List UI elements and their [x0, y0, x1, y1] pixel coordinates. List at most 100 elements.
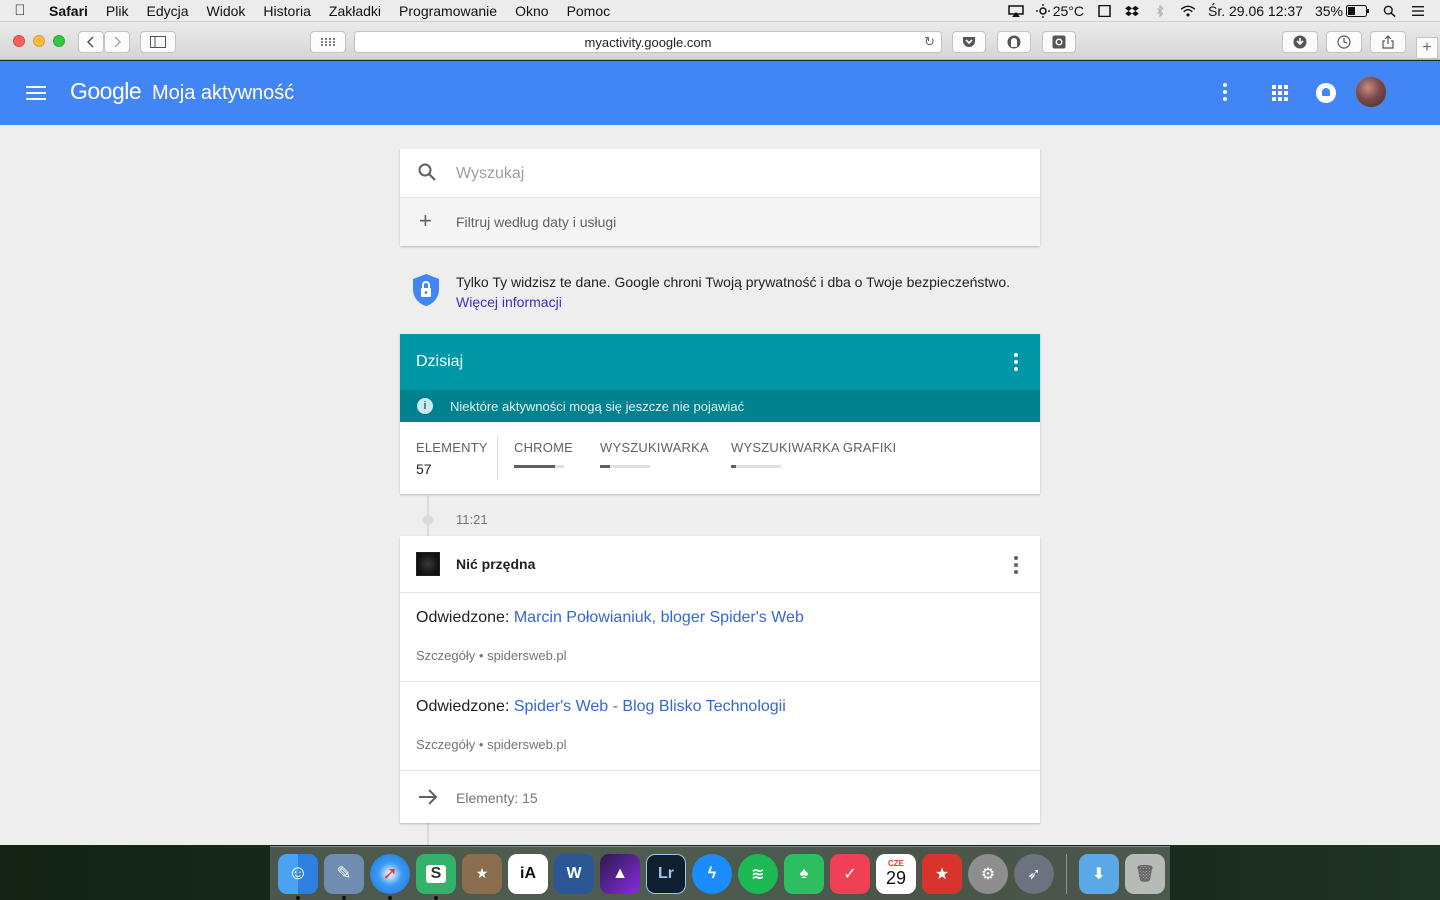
- launchpad-icon[interactable]: ➶: [1014, 853, 1054, 894]
- messenger-icon[interactable]: ϟ: [692, 853, 732, 894]
- history-button[interactable]: [1326, 31, 1362, 53]
- stat-chrome[interactable]: CHROME: [514, 440, 573, 468]
- fullscreen-window-button[interactable]: [53, 35, 65, 47]
- timeline-time: 11:21: [456, 512, 488, 527]
- battery-status[interactable]: 35%: [1315, 3, 1370, 19]
- ia-writer-icon[interactable]: iA: [508, 853, 548, 894]
- stat-elements-value: 57: [416, 461, 432, 477]
- minimize-window-button[interactable]: [33, 35, 45, 47]
- activity-site-title: Nić przędna: [456, 556, 536, 572]
- notifications-bell-icon[interactable]: [1316, 83, 1336, 103]
- trash-icon[interactable]: 🗑: [1125, 853, 1165, 894]
- downloads-button[interactable]: [1282, 31, 1318, 53]
- visited-page-link[interactable]: Spider's Web - Blog Blisko Technologii: [514, 698, 786, 715]
- menu-help[interactable]: Pomoc: [558, 3, 620, 19]
- privacy-text: Tylko Ty widzisz te dane. Google chroni …: [456, 274, 1011, 290]
- activity-entry-line: Odwiedzone: Marcin Połowianiuk, bloger S…: [416, 609, 804, 627]
- forward-button[interactable]: [104, 31, 130, 53]
- activity-entry: Odwiedzone: Spider's Web - Blog Blisko T…: [400, 682, 1040, 771]
- reload-icon[interactable]: ↻: [924, 34, 935, 50]
- box-app-icon[interactable]: ★: [462, 853, 502, 894]
- privacy-notice: Tylko Ty widzisz te dane. Google chroni …: [400, 271, 1040, 321]
- visited-page-link[interactable]: Marcin Połowianiuk, bloger Spider's Web: [514, 609, 804, 626]
- spotlight-search-icon[interactable]: [1382, 5, 1398, 17]
- pocket-extension-button[interactable]: [952, 31, 986, 53]
- share-button[interactable]: [1370, 31, 1406, 53]
- clock-datetime[interactable]: Śr. 29.06 12:37: [1208, 3, 1303, 19]
- stat-image-search-bar: [731, 465, 781, 468]
- stat-search-label: WYSZUKIWARKA: [600, 440, 709, 455]
- more-info-link[interactable]: Więcej informacji: [456, 292, 562, 312]
- activity-more-options-icon[interactable]: [1013, 556, 1019, 576]
- show-more-elements[interactable]: Elementy: 15: [400, 771, 1040, 823]
- dock-separator: [1066, 853, 1067, 894]
- evernote-icon[interactable]: ♠: [784, 853, 824, 894]
- calendar-icon[interactable]: CZE 29: [876, 853, 916, 894]
- airplay-icon[interactable]: [1007, 4, 1024, 17]
- sidebar-toggle-button[interactable]: [140, 31, 176, 53]
- menu-view[interactable]: Widok: [198, 3, 255, 19]
- notification-center-icon[interactable]: [1410, 5, 1426, 17]
- activity-delay-text: Niektóre aktywności mogą się jeszcze nie…: [450, 399, 745, 414]
- menu-edit[interactable]: Edycja: [137, 3, 197, 19]
- stats-divider: [497, 436, 498, 480]
- macos-dock: ☺ ✎ ➚ S ★ iA W ▲ Lr ϟ ≋ ♠ ✓ CZE 29 ★ ⚙ ➶…: [270, 846, 1170, 900]
- menu-file[interactable]: Plik: [97, 3, 138, 19]
- menu-develop[interactable]: Programowanie: [390, 3, 506, 19]
- info-icon: i: [417, 398, 433, 414]
- top-sites-button[interactable]: [310, 31, 346, 53]
- chevron-right-icon: [114, 36, 121, 48]
- safari-icon[interactable]: ➚: [370, 853, 410, 900]
- address-bar[interactable]: myactivity.google.com ↻: [354, 31, 942, 53]
- macos-menu-bar:  Safari Plik Edycja Widok Historia Zakł…: [0, 0, 1440, 22]
- stat-image-search[interactable]: WYSZUKIWARKA GRAFIKI: [731, 440, 896, 468]
- stat-search[interactable]: WYSZUKIWARKA: [600, 440, 709, 468]
- today-more-options-icon[interactable]: [1013, 353, 1019, 373]
- google-apps-icon[interactable]: [1272, 85, 1288, 101]
- back-button[interactable]: [78, 31, 104, 53]
- activity-card: Nić przędna Odwiedzone: Marcin Połowiani…: [400, 536, 1040, 823]
- apple-menu-icon[interactable]: : [0, 2, 40, 19]
- page-title[interactable]: Moja aktywność: [152, 82, 294, 105]
- new-tab-button[interactable]: +: [1416, 37, 1438, 59]
- weather-status[interactable]: 25°C: [1035, 2, 1084, 19]
- menu-window[interactable]: Okno: [506, 3, 557, 19]
- details-link[interactable]: Szczegóły: [416, 648, 475, 663]
- downloads-folder-icon[interactable]: ⬇: [1079, 853, 1119, 894]
- pocket-icon[interactable]: ✓: [830, 853, 870, 894]
- window-status-icon[interactable]: [1096, 4, 1112, 17]
- word-icon[interactable]: W: [554, 853, 594, 894]
- details-link[interactable]: Szczegóły: [416, 737, 475, 752]
- wifi-icon[interactable]: [1180, 5, 1196, 17]
- hamburger-menu-icon[interactable]: [26, 86, 46, 100]
- screenshot-extension-button[interactable]: [1042, 31, 1076, 53]
- timeline-dot: [423, 515, 433, 525]
- menu-bookmarks[interactable]: Zakładki: [320, 3, 390, 19]
- search-input[interactable]: [456, 162, 1016, 186]
- menu-history[interactable]: Historia: [254, 3, 319, 19]
- visited-prefix: Odwiedzone:: [416, 698, 510, 715]
- account-avatar[interactable]: [1355, 76, 1387, 108]
- affinity-icon[interactable]: ▲: [600, 853, 640, 894]
- bluetooth-icon[interactable]: [1152, 4, 1168, 17]
- dropbox-icon[interactable]: [1124, 5, 1140, 17]
- google-app-bar: Google Moja aktywność: [0, 61, 1440, 125]
- safari-toolbar: myactivity.google.com ↻ +: [0, 22, 1440, 60]
- spotify-icon[interactable]: ≋: [738, 853, 778, 894]
- google-logo[interactable]: Google: [70, 78, 142, 105]
- s-app-icon[interactable]: S: [416, 853, 456, 900]
- system-preferences-icon[interactable]: ⚙: [968, 853, 1008, 894]
- menu-app-name[interactable]: Safari: [40, 3, 97, 19]
- ghostery-extension-button[interactable]: [997, 31, 1031, 53]
- filter-by-date-and-service[interactable]: + Filtruj według daty i usługi: [400, 198, 1040, 246]
- finder-icon[interactable]: ☺: [278, 853, 318, 900]
- today-header: Dzisiaj: [400, 334, 1040, 390]
- today-title: Dzisiaj: [416, 353, 464, 370]
- preview-icon[interactable]: ✎: [324, 853, 364, 900]
- wunderlist-icon[interactable]: ★: [922, 853, 962, 894]
- clock-icon: [1337, 35, 1351, 49]
- lightroom-icon[interactable]: Lr: [646, 853, 686, 894]
- close-window-button[interactable]: [13, 35, 25, 47]
- more-options-icon[interactable]: [1222, 83, 1228, 103]
- weather-temperature: 25°C: [1052, 2, 1084, 19]
